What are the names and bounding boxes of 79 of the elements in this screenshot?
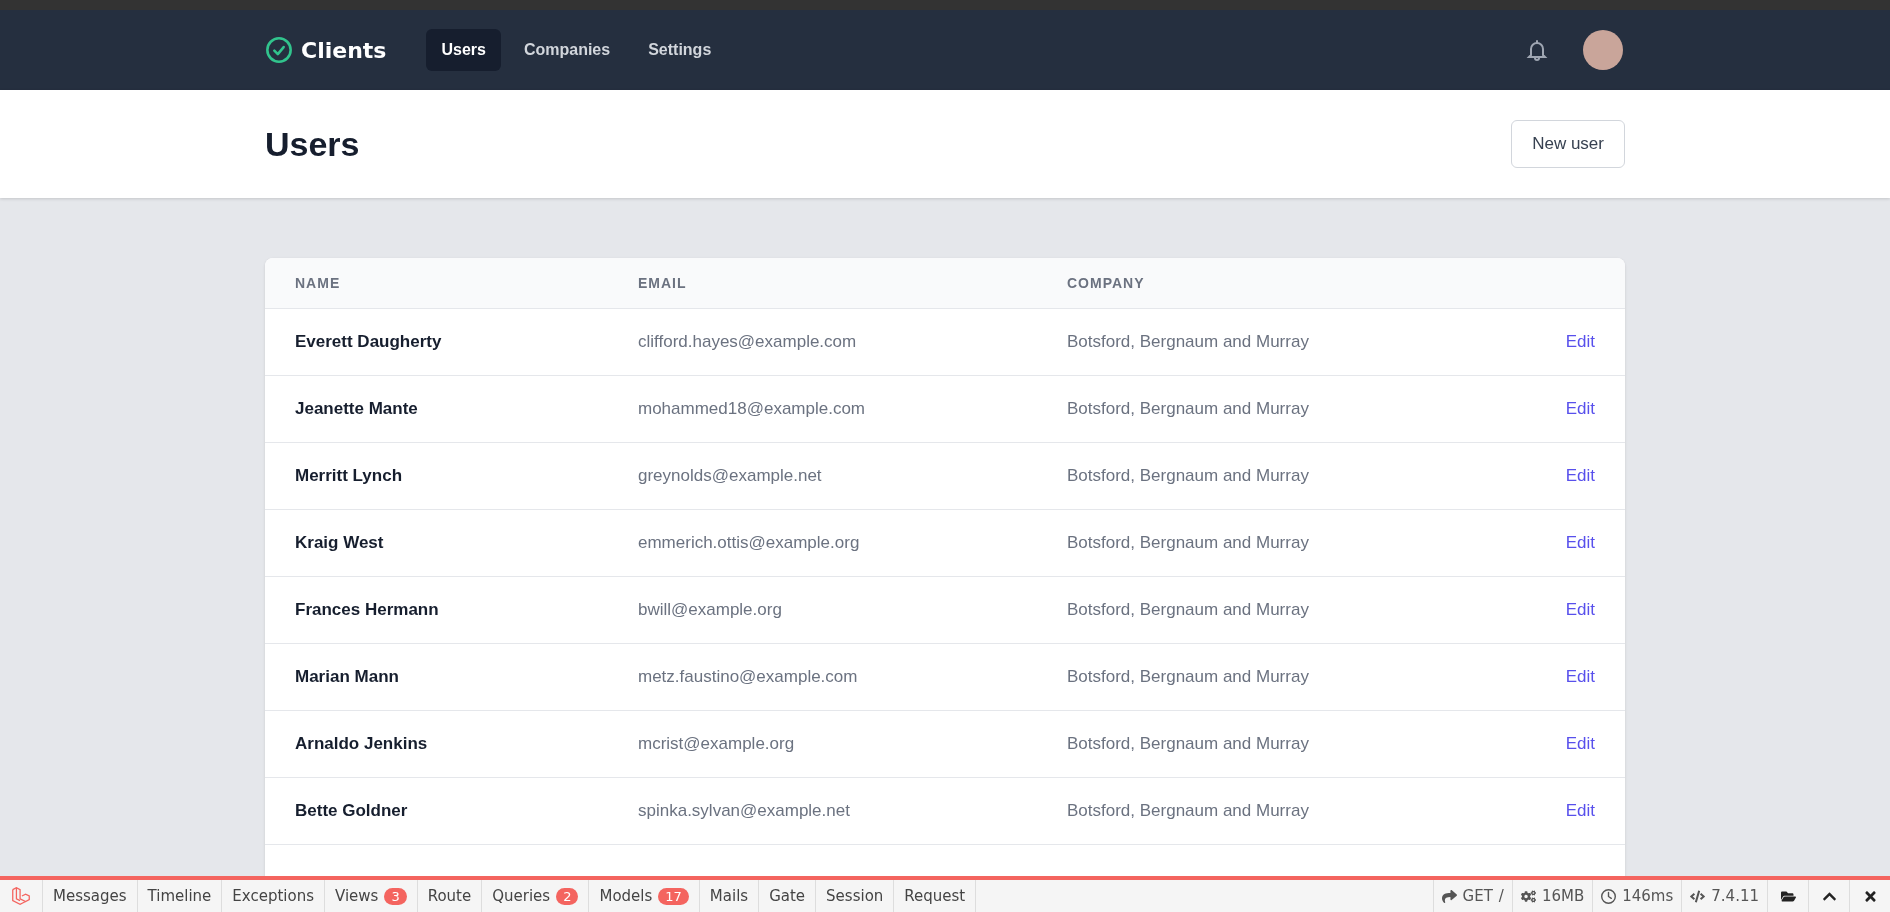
debug-tab-label: Models <box>599 887 653 905</box>
user-name: Bette Goldner <box>295 801 409 821</box>
brand-name[interactable]: Clients <box>301 37 387 63</box>
user-name: Kraig West <box>295 533 385 553</box>
company-name: Botsford, Bergnaum and Murray <box>1067 466 1310 486</box>
nav-tab[interactable]: Settings <box>633 29 727 71</box>
debug-tab[interactable]: Views 3 <box>325 880 418 912</box>
bell-icon[interactable] <box>1525 37 1549 63</box>
company-name: Botsford, Bergnaum and Murray <box>1067 667 1310 687</box>
company-name: Botsford, Bergnaum and Murray <box>1067 801 1310 821</box>
user-email: bwill@example.org <box>638 600 783 620</box>
edit-link[interactable]: Edit <box>1565 399 1595 419</box>
page-title: Users <box>265 124 360 164</box>
debug-tab-label: Exceptions <box>232 887 314 905</box>
count-badge: 17 <box>658 887 689 905</box>
debug-tab[interactable]: Models 17 <box>589 880 700 912</box>
column-header: COMPANY <box>1067 275 1146 291</box>
debug-tab-label: Mails <box>709 887 749 905</box>
debug-tab-label: Messages <box>53 887 127 905</box>
company-name: Botsford, Bergnaum and Murray <box>1067 399 1310 419</box>
edit-link[interactable]: Edit <box>1565 801 1595 821</box>
edit-link[interactable]: Edit <box>1565 533 1595 553</box>
user-name: Merritt Lynch <box>295 466 404 486</box>
debug-tab[interactable]: Gate <box>759 880 817 912</box>
debug-tab[interactable]: Session <box>816 880 895 912</box>
debug-tab-label: Gate <box>769 887 806 905</box>
check-circle-icon <box>265 36 293 64</box>
company-name: Botsford, Bergnaum and Murray <box>1067 600 1310 620</box>
cogs-icon <box>1520 888 1536 904</box>
debug-tab[interactable]: Route <box>417 880 483 912</box>
debug-tab-label: Request <box>904 887 966 905</box>
edit-link[interactable]: Edit <box>1565 734 1595 754</box>
request-method: GET <box>1462 887 1493 905</box>
edit-link[interactable]: Edit <box>1565 332 1595 352</box>
user-email: greynolds@example.net <box>638 466 823 486</box>
edit-link[interactable]: Edit <box>1565 600 1595 620</box>
debug-tab-label: Queries <box>492 887 551 905</box>
debug-tab-label: Timeline <box>147 887 212 905</box>
user-email: emmerich.ottis@example.org <box>638 533 861 553</box>
code-icon <box>1690 888 1706 904</box>
debug-tab-label: Route <box>427 887 472 905</box>
user-name: Arnaldo Jenkins <box>295 734 429 754</box>
column-header: NAME <box>295 275 342 291</box>
php-version: 7.4.11 <box>1711 887 1759 905</box>
avatar-circle[interactable] <box>1583 30 1623 70</box>
debug-tab[interactable]: Timeline <box>137 880 223 912</box>
nav-tab[interactable]: Companies <box>508 29 626 71</box>
nav-tab[interactable]: Users <box>426 29 501 71</box>
new-user-button[interactable]: New user <box>1511 120 1625 168</box>
share-arrow-icon <box>1441 888 1457 904</box>
user-name: Frances Hermann <box>295 600 440 620</box>
request-path: / <box>1498 887 1504 905</box>
user-email: metz.faustino@example.com <box>638 667 859 687</box>
debug-tab[interactable]: Queries 2 <box>482 880 590 912</box>
user-email: spinka.sylvan@example.net <box>638 801 851 821</box>
user-email: clifford.hayes@example.com <box>638 332 858 352</box>
company-name: Botsford, Bergnaum and Murray <box>1067 332 1310 352</box>
request-time: 146ms <box>1622 887 1674 905</box>
debug-tab[interactable]: Mails <box>699 880 760 912</box>
count-badge: 3 <box>384 887 407 905</box>
debug-tab-label: Views <box>335 887 379 905</box>
edit-link[interactable]: Edit <box>1565 667 1595 687</box>
debug-tab[interactable]: Exceptions <box>222 880 325 912</box>
user-name: Everett Daugherty <box>295 332 443 352</box>
clock-icon <box>1601 888 1617 904</box>
user-email: mohammed18@example.com <box>638 399 867 419</box>
memory-usage: 16MB <box>1541 887 1585 905</box>
column-header: EMAIL <box>638 275 688 291</box>
edit-link[interactable]: Edit <box>1565 466 1595 486</box>
count-badge: 2 <box>556 887 579 905</box>
debug-tab[interactable]: Request <box>894 880 977 912</box>
cube-logo-icon[interactable] <box>10 885 32 907</box>
user-email: mcrist@example.org <box>638 734 796 754</box>
user-name: Jeanette Mante <box>295 399 419 419</box>
debug-tab-label: Session <box>826 887 884 905</box>
user-name: Marian Mann <box>295 667 400 687</box>
company-name: Botsford, Bergnaum and Murray <box>1067 533 1310 553</box>
company-name: Botsford, Bergnaum and Murray <box>1067 734 1310 754</box>
debug-tab[interactable]: Messages <box>43 880 138 912</box>
